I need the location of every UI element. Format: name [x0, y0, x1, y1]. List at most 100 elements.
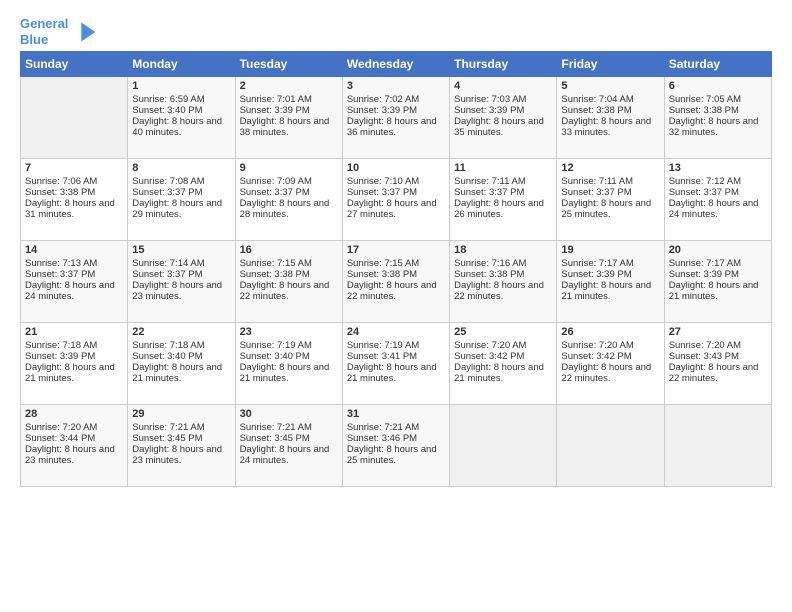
sunrise-text: Sunrise: 7:05 AM	[669, 94, 741, 105]
calendar-cell: 10Sunrise: 7:10 AMSunset: 3:37 PMDayligh…	[342, 159, 449, 241]
sunset-text: Sunset: 3:45 PM	[132, 433, 202, 444]
sunrise-text: Sunrise: 7:11 AM	[454, 176, 526, 187]
calendar-cell: 15Sunrise: 7:14 AMSunset: 3:37 PMDayligh…	[128, 241, 235, 323]
daylight-text: Daylight: 8 hours and 38 minutes.	[240, 116, 330, 138]
logo-icon	[72, 18, 100, 46]
day-number: 6	[669, 80, 767, 92]
sunset-text: Sunset: 3:38 PM	[25, 187, 95, 198]
calendar-cell: 17Sunrise: 7:15 AMSunset: 3:38 PMDayligh…	[342, 241, 449, 323]
sunset-text: Sunset: 3:46 PM	[347, 433, 417, 444]
sunset-text: Sunset: 3:38 PM	[454, 269, 524, 280]
sunrise-text: Sunrise: 7:02 AM	[347, 94, 419, 105]
sunset-text: Sunset: 3:37 PM	[454, 187, 524, 198]
daylight-text: Daylight: 8 hours and 21 minutes.	[25, 362, 115, 384]
calendar-cell: 12Sunrise: 7:11 AMSunset: 3:37 PMDayligh…	[557, 159, 664, 241]
day-number: 26	[561, 326, 659, 338]
daylight-text: Daylight: 8 hours and 33 minutes.	[561, 116, 651, 138]
day-number: 9	[240, 162, 338, 174]
calendar-body: 1Sunrise: 6:59 AMSunset: 3:40 PMDaylight…	[21, 77, 772, 487]
sunset-text: Sunset: 3:37 PM	[132, 269, 202, 280]
day-number: 15	[132, 244, 230, 256]
day-number: 4	[454, 80, 552, 92]
daylight-text: Daylight: 8 hours and 26 minutes.	[454, 198, 544, 220]
weekday-header: Friday	[557, 52, 664, 77]
sunrise-text: Sunrise: 7:18 AM	[25, 340, 97, 351]
day-number: 7	[25, 162, 123, 174]
daylight-text: Daylight: 8 hours and 32 minutes.	[669, 116, 759, 138]
calendar-cell: 19Sunrise: 7:17 AMSunset: 3:39 PMDayligh…	[557, 241, 664, 323]
calendar-cell: 29 Sunrise: 7:21 AMSunset: 3:45 PMDayligh…	[128, 405, 235, 487]
daylight-text: Daylight: 8 hours and 36 minutes.	[347, 116, 437, 138]
day-number: 23	[240, 326, 338, 338]
sunrise-text: Sunrise: 7:21 AM	[132, 422, 204, 433]
sunset-text: Sunset: 3:40 PM	[240, 351, 310, 362]
daylight-text: Daylight: 8 hours and 27 minutes.	[347, 198, 437, 220]
day-number: 2	[240, 80, 338, 92]
day-number: 29	[132, 408, 230, 420]
daylight-text: Daylight: 8 hours and 23 minutes.	[132, 444, 222, 466]
sunrise-text: Sunrise: 7:21 AM	[240, 422, 312, 433]
day-number: 22	[132, 326, 230, 338]
header: GeneralBlue	[20, 16, 772, 47]
sunrise-text: Sunrise: 7:03 AM	[454, 94, 526, 105]
daylight-text: Daylight: 8 hours and 28 minutes.	[240, 198, 330, 220]
sunrise-text: Sunrise: 7:17 AM	[669, 258, 741, 269]
daylight-text: Daylight: 8 hours and 22 minutes.	[347, 280, 437, 302]
calendar-cell: 8Sunrise: 7:08 AMSunset: 3:37 PMDaylight…	[128, 159, 235, 241]
day-number: 12	[561, 162, 659, 174]
calendar-cell: 11Sunrise: 7:11 AMSunset: 3:37 PMDayligh…	[450, 159, 557, 241]
sunrise-text: Sunrise: 7:15 AM	[240, 258, 312, 269]
calendar-cell: 30Sunrise: 7:21 AMSunset: 3:45 PMDayligh…	[235, 405, 342, 487]
logo: GeneralBlue	[20, 16, 100, 47]
sunset-text: Sunset: 3:39 PM	[454, 105, 524, 116]
sunrise-text: Sunrise: 7:10 AM	[347, 176, 419, 187]
calendar-cell: 16Sunrise: 7:15 AMSunset: 3:38 PMDayligh…	[235, 241, 342, 323]
sunrise-text: Sunrise: 7:20 AM	[669, 340, 741, 351]
sunrise-text: Sunrise: 7:20 AM	[25, 422, 97, 433]
page-container: GeneralBlue SundayMondayTuesdayWednesday…	[0, 0, 792, 497]
weekday-header: Monday	[128, 52, 235, 77]
sunset-text: Sunset: 3:37 PM	[561, 187, 631, 198]
sunrise-text: Sunrise: 7:15 AM	[347, 258, 419, 269]
sunset-text: Sunset: 3:42 PM	[454, 351, 524, 362]
daylight-text: Daylight: 8 hours and 21 minutes.	[561, 280, 651, 302]
daylight-text: Daylight: 8 hours and 22 minutes.	[454, 280, 544, 302]
daylight-text: Daylight: 8 hours and 22 minutes.	[561, 362, 651, 384]
calendar-week-row: 7Sunrise: 7:06 AMSunset: 3:38 PMDaylight…	[21, 159, 772, 241]
calendar-cell: 6Sunrise: 7:05 AMSunset: 3:38 PMDaylight…	[664, 77, 771, 159]
day-number: 16	[240, 244, 338, 256]
sunrise-text: Sunrise: 7:21 AM	[347, 422, 419, 433]
sunset-text: Sunset: 3:39 PM	[561, 269, 631, 280]
calendar-cell: 28Sunrise: 7:20 AMSunset: 3:44 PMDayligh…	[21, 405, 128, 487]
day-number: 20	[669, 244, 767, 256]
sunset-text: Sunset: 3:38 PM	[347, 269, 417, 280]
daylight-text: Daylight: 8 hours and 40 minutes.	[132, 116, 222, 138]
calendar-header-row: SundayMondayTuesdayWednesdayThursdayFrid…	[21, 52, 772, 77]
day-number: 8	[132, 162, 230, 174]
sunset-text: Sunset: 3:37 PM	[669, 187, 739, 198]
day-number: 1	[132, 80, 230, 92]
daylight-text: Daylight: 8 hours and 21 minutes.	[240, 362, 330, 384]
sunset-text: Sunset: 3:39 PM	[347, 105, 417, 116]
sunset-text: Sunset: 3:37 PM	[347, 187, 417, 198]
daylight-text: Daylight: 8 hours and 24 minutes.	[669, 198, 759, 220]
calendar-cell: 27Sunrise: 7:20 AMSunset: 3:43 PMDayligh…	[664, 323, 771, 405]
calendar-cell: 23 Sunrise: 7:19 AMSunset: 3:40 PMDayligh…	[235, 323, 342, 405]
sunrise-text: Sunrise: 7:04 AM	[561, 94, 633, 105]
daylight-text: Daylight: 8 hours and 31 minutes.	[25, 198, 115, 220]
logo-text: GeneralBlue	[20, 16, 68, 47]
sunrise-text: Sunrise: 7:19 AM	[240, 340, 312, 351]
calendar-cell: 7Sunrise: 7:06 AMSunset: 3:38 PMDaylight…	[21, 159, 128, 241]
weekday-header: Tuesday	[235, 52, 342, 77]
sunset-text: Sunset: 3:45 PM	[240, 433, 310, 444]
calendar-cell	[557, 405, 664, 487]
sunset-text: Sunset: 3:43 PM	[669, 351, 739, 362]
sunset-text: Sunset: 3:39 PM	[25, 351, 95, 362]
sunset-text: Sunset: 3:40 PM	[132, 105, 202, 116]
daylight-text: Daylight: 8 hours and 25 minutes.	[561, 198, 651, 220]
sunset-text: Sunset: 3:41 PM	[347, 351, 417, 362]
calendar-cell: 13Sunrise: 7:12 AMSunset: 3:37 PMDayligh…	[664, 159, 771, 241]
sunset-text: Sunset: 3:39 PM	[669, 269, 739, 280]
daylight-text: Daylight: 8 hours and 29 minutes.	[132, 198, 222, 220]
calendar-week-row: 14Sunrise: 7:13 AMSunset: 3:37 PMDayligh…	[21, 241, 772, 323]
